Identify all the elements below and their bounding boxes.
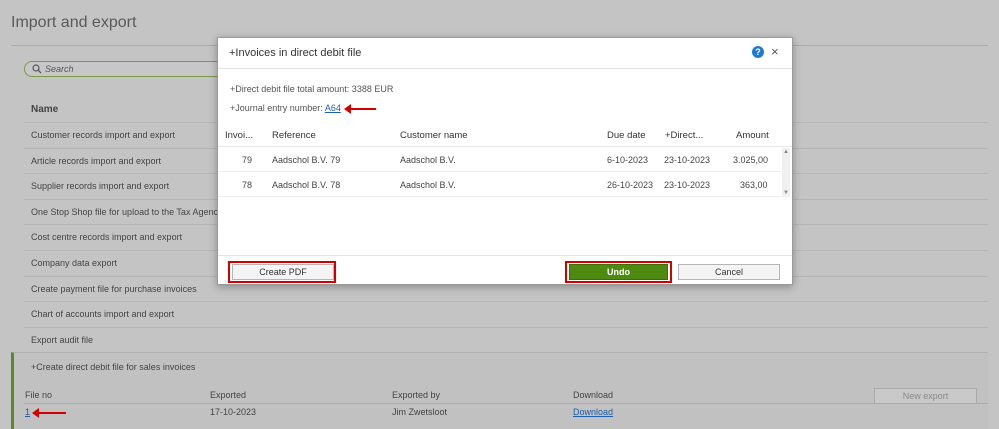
close-icon[interactable]: × (771, 44, 779, 59)
exported-by: Jim Zwetsloot (392, 407, 448, 417)
total-amount-text: +Direct debit file total amount: 3388 EU… (230, 84, 394, 94)
help-icon[interactable]: ? (752, 46, 764, 58)
invoice-grid: 79 Aadschol B.V. 79 Aadschol B.V. 6-10-2… (218, 147, 792, 197)
table-row[interactable]: 79 Aadschol B.V. 79 Aadschol B.V. 6-10-2… (218, 147, 781, 172)
customer-name: Aadschol B.V. (400, 155, 456, 165)
direct-debit-date: 23-10-2023 (664, 155, 711, 165)
search-icon (32, 64, 42, 74)
exported-date: 17-10-2023 (210, 407, 257, 417)
search-placeholder: Search (45, 64, 74, 74)
table-row[interactable]: 78 Aadschol B.V. 78 Aadschol B.V. 26-10-… (218, 172, 781, 197)
name-column-header[interactable]: Name (31, 104, 58, 115)
list-item[interactable]: Export audit file (24, 326, 988, 353)
col-direct-debit[interactable]: +Direct... (665, 130, 703, 141)
highlight-box (565, 261, 672, 283)
col-exported-by: Exported by (392, 390, 441, 400)
page-title: Import and export (11, 14, 137, 31)
col-exported: Exported (210, 390, 247, 400)
reference: Aadschol B.V. 78 (272, 180, 341, 190)
reference: Aadschol B.V. 79 (272, 155, 341, 165)
journal-entry-link[interactable]: A64 (325, 103, 341, 113)
direct-debit-section: +Create direct debit file for sales invo… (11, 352, 988, 429)
cancel-button[interactable]: Cancel (678, 264, 780, 280)
due-date: 6-10-2023 (607, 155, 649, 165)
annotation-arrow (32, 408, 66, 418)
section-title[interactable]: +Create direct debit file for sales invo… (31, 362, 195, 372)
dialog-header: +Invoices in direct debit file ? × (218, 38, 792, 69)
col-customer-name[interactable]: Customer name (400, 130, 468, 141)
dialog-footer: Create PDF Undo Cancel (218, 255, 792, 286)
invoice-grid-header: Invoi... Reference Customer name Due dat… (218, 123, 792, 147)
list-item[interactable]: Chart of accounts import and export (24, 301, 988, 327)
file-no-link[interactable]: 1 (25, 407, 30, 417)
invoices-dialog: +Invoices in direct debit file ? × +Dire… (217, 37, 793, 285)
grid-scrollbar[interactable]: ▲ ▼ (782, 148, 790, 197)
highlight-box (228, 261, 336, 283)
dialog-title: +Invoices in direct debit file (229, 47, 362, 59)
col-invoice[interactable]: Invoi... (225, 130, 253, 141)
download-link[interactable]: Download (573, 407, 613, 417)
customer-name: Aadschol B.V. (400, 180, 456, 190)
scroll-up-icon[interactable]: ▲ (783, 149, 789, 155)
new-export-button[interactable]: New export (874, 388, 977, 404)
invoice-number: 78 (242, 180, 253, 190)
col-due-date[interactable]: Due date (607, 130, 646, 141)
annotation-arrow (344, 104, 376, 114)
journal-entry: +Journal entry number: A64 (230, 103, 341, 113)
col-reference[interactable]: Reference (272, 130, 316, 141)
header-divider (24, 403, 988, 404)
amount: 363,00 (740, 180, 768, 190)
direct-debit-date: 23-10-2023 (664, 180, 711, 190)
invoice-number: 79 (242, 155, 253, 165)
col-download: Download (573, 390, 614, 400)
amount: 3.025,00 (733, 155, 769, 165)
search-input[interactable]: Search (24, 61, 224, 77)
due-date: 26-10-2023 (607, 180, 654, 190)
col-file-no: File no (25, 390, 53, 400)
scroll-down-icon[interactable]: ▼ (783, 190, 789, 196)
col-amount[interactable]: Amount (736, 130, 769, 141)
journal-label: +Journal entry number: (230, 103, 325, 113)
